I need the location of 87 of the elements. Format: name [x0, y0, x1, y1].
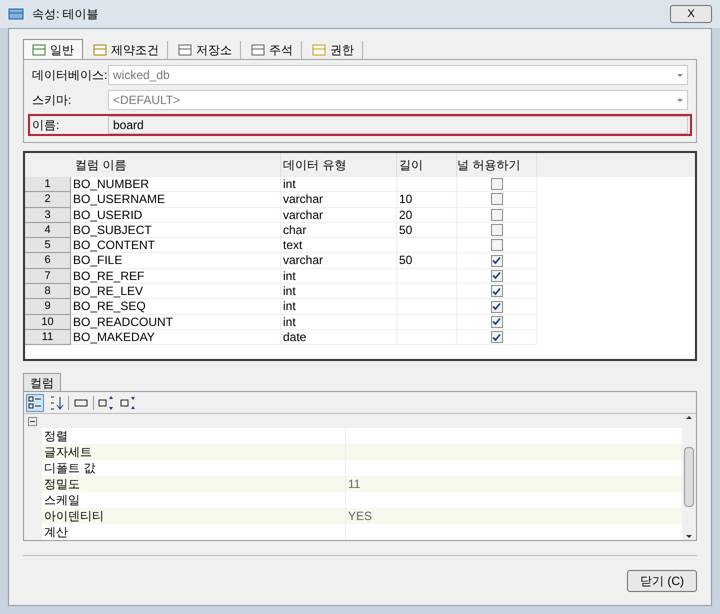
- table-cell: BO_RE_SEQ: [71, 299, 281, 315]
- tab-icon: [32, 42, 46, 56]
- checkbox[interactable]: [490, 300, 502, 313]
- checkbox[interactable]: [490, 331, 502, 344]
- table-cell: varchar: [281, 253, 397, 269]
- table-cell: BO_CONTENT: [71, 238, 281, 254]
- property-value: YES: [347, 508, 374, 524]
- table-cell: BO_FILE: [71, 253, 281, 269]
- table-cell: BO_MAKEDAY: [71, 330, 281, 346]
- table-cell: text: [281, 238, 397, 254]
- tab-icon: [312, 43, 326, 57]
- caret-icon: [677, 74, 683, 76]
- checkbox[interactable]: [490, 270, 502, 282]
- property-name: 계산: [42, 524, 346, 540]
- table-cell: BO_USERNAME: [71, 192, 281, 208]
- table-cell: int: [281, 268, 397, 284]
- row-header[interactable]: 3: [25, 208, 71, 223]
- scrollbar[interactable]: [682, 414, 696, 540]
- table-cell: int: [281, 177, 397, 192]
- row-header[interactable]: 4: [25, 222, 71, 238]
- table-cell: int: [281, 299, 397, 315]
- tab-icon: [93, 43, 107, 57]
- table-cell: int: [281, 284, 397, 300]
- row-header[interactable]: 6: [25, 253, 71, 269]
- row-header[interactable]: 9: [25, 299, 71, 315]
- close-dialog-button[interactable]: 닫기 (C): [627, 570, 697, 592]
- table-cell: varchar: [281, 208, 397, 223]
- sort-icon[interactable]: [48, 394, 64, 410]
- table-cell: 50: [397, 222, 457, 238]
- checkbox[interactable]: [490, 224, 502, 236]
- column-header[interactable]: 널 허용하기: [457, 153, 537, 177]
- column-header[interactable]: 컬럼 이름: [71, 153, 281, 177]
- property-row[interactable]: 정렬: [42, 428, 682, 444]
- table-cell: date: [281, 330, 397, 346]
- row-header[interactable]: 2: [25, 192, 71, 208]
- property-row[interactable]: 정밀도 11: [42, 476, 682, 492]
- property-row[interactable]: 디폴트 값: [42, 460, 682, 476]
- collapse-toggle[interactable]: [28, 416, 37, 426]
- checkbox[interactable]: [490, 285, 502, 298]
- dropdown-field[interactable]: <DEFAULT>: [108, 90, 688, 110]
- dropdown-field[interactable]: wicked_db: [108, 65, 688, 85]
- caret-icon: [677, 98, 683, 102]
- expand-icon[interactable]: [98, 394, 116, 410]
- checkbox[interactable]: [490, 178, 502, 190]
- checkbox[interactable]: [490, 239, 502, 252]
- row-header[interactable]: 1: [25, 177, 71, 192]
- field-label: 이름:: [32, 117, 60, 134]
- field-label: 스키마:: [32, 92, 72, 109]
- tab[interactable]: 일반: [23, 39, 83, 59]
- checkbox[interactable]: [490, 316, 502, 328]
- table-cell: 20: [397, 208, 457, 223]
- name-field[interactable]: board: [108, 116, 688, 134]
- table-cell: char: [281, 222, 397, 238]
- column-header[interactable]: 데이터 유형: [281, 153, 397, 177]
- table-cell: BO_USERID: [71, 208, 281, 223]
- row-header[interactable]: 5: [25, 238, 71, 254]
- collapse-icon[interactable]: [120, 394, 138, 410]
- property-value: 11: [347, 476, 362, 492]
- row-header[interactable]: 11: [25, 330, 71, 346]
- property-row[interactable]: 계산: [42, 524, 682, 540]
- column-header[interactable]: 길이: [397, 153, 457, 177]
- property-row[interactable]: 아이덴티티 YES: [42, 508, 682, 524]
- categorized-icon[interactable]: [26, 394, 44, 412]
- checkbox[interactable]: [490, 193, 502, 206]
- field-label: 데이터베이스:: [32, 67, 108, 84]
- tab-icon: [178, 43, 192, 57]
- checkbox[interactable]: [490, 254, 502, 267]
- close-button[interactable]: X: [670, 5, 712, 23]
- property-row[interactable]: 글자세트: [42, 444, 682, 460]
- window-title: 속성: 테이블: [32, 6, 100, 23]
- table-cell: 50: [397, 253, 457, 269]
- row-header[interactable]: 8: [25, 284, 71, 300]
- table-cell: BO_NUMBER: [71, 177, 281, 192]
- table-cell: 10: [397, 192, 457, 208]
- table-cell: int: [281, 314, 397, 330]
- property-row[interactable]: 스케일: [42, 492, 682, 508]
- table-cell: BO_RE_REF: [71, 268, 281, 284]
- row-header[interactable]: 7: [25, 268, 71, 284]
- tab-icon: [251, 43, 265, 57]
- table-icon: [8, 7, 24, 21]
- checkbox[interactable]: [490, 208, 502, 221]
- table-cell: varchar: [281, 192, 397, 208]
- row-header[interactable]: 10: [25, 314, 71, 330]
- table-cell: BO_SUBJECT: [71, 222, 281, 238]
- table-cell: BO_READCOUNT: [71, 314, 281, 330]
- table-cell: BO_RE_LEV: [71, 284, 281, 300]
- tab[interactable]: 컬럼: [23, 373, 61, 391]
